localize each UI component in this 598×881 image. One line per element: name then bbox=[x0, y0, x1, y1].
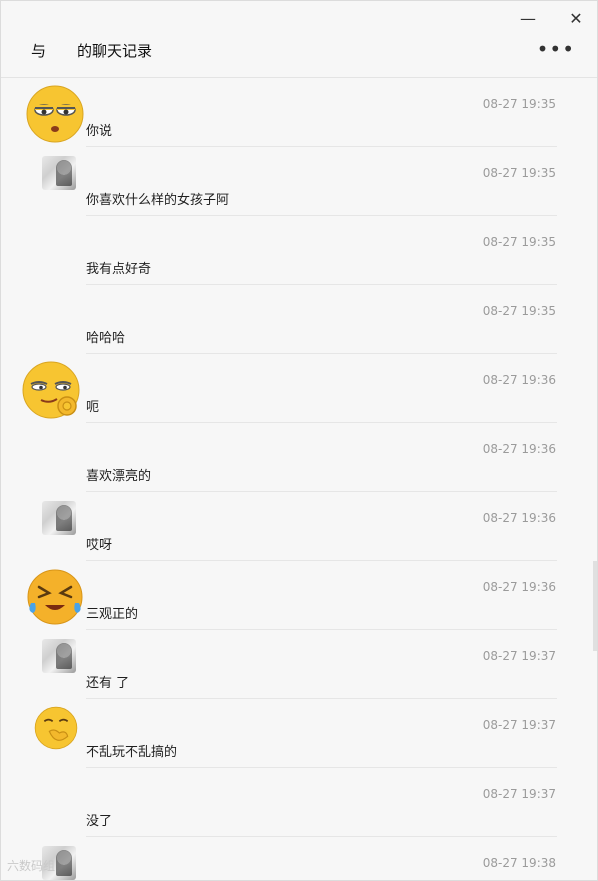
title-suffix: 的聊天记录 bbox=[77, 42, 153, 60]
message-time: 08-27 19:36 bbox=[482, 442, 556, 456]
watermark: 六数码组 bbox=[7, 859, 56, 873]
message-text: 你喜欢什么样的女孩子阿 bbox=[86, 193, 230, 208]
message-list[interactable]: 08-27 19:35 你说 08-27 19:35 你喜欢什么样的女孩子阿 0… bbox=[1, 78, 597, 880]
message-time: 08-27 19:35 bbox=[482, 304, 556, 318]
avatar[interactable] bbox=[42, 156, 76, 190]
smirk-ok-emoji-icon bbox=[22, 361, 80, 419]
message-time: 08-27 19:35 bbox=[482, 166, 556, 180]
message-text: 不乱玩不乱搞的 bbox=[86, 745, 178, 760]
message-time: 08-27 19:35 bbox=[482, 97, 556, 111]
laugh-cry-emoji-icon bbox=[27, 569, 83, 625]
message-time: 08-27 19:36 bbox=[482, 580, 556, 594]
message-text: 三观正的 bbox=[86, 607, 139, 622]
message-text: 没了 bbox=[86, 814, 113, 829]
message-time: 08-27 19:37 bbox=[482, 649, 556, 663]
message-time: 08-27 19:37 bbox=[482, 718, 556, 732]
message-text: 哎呀 bbox=[86, 538, 113, 553]
minimize-button[interactable]: — bbox=[517, 7, 539, 29]
avatar[interactable] bbox=[42, 639, 76, 673]
window-controls: — ✕ bbox=[517, 7, 587, 29]
scrollbar[interactable] bbox=[593, 561, 597, 651]
chat-header: 与 的聊天记录 ••• bbox=[1, 29, 597, 78]
list-item: 08-27 19:36 哎呀 bbox=[1, 492, 597, 561]
eye-roll-emoji-icon bbox=[26, 85, 84, 143]
list-item: 08-27 19:36 三观正的 bbox=[1, 561, 597, 630]
message-text: 你说 bbox=[86, 124, 113, 139]
title-prefix: 与 bbox=[31, 42, 47, 60]
page-title: 与 的聊天记录 bbox=[31, 40, 152, 61]
close-button[interactable]: ✕ bbox=[565, 7, 587, 29]
message-text: 我有点好奇 bbox=[86, 262, 152, 277]
list-item: 08-27 19:36 喜欢漂亮的 bbox=[1, 423, 597, 492]
message-text: 哈哈哈 bbox=[86, 331, 126, 346]
message-text: 喜欢漂亮的 bbox=[86, 469, 152, 484]
list-item: 08-27 19:37 没了 bbox=[1, 768, 597, 837]
list-item: 08-27 19:35 我有点好奇 bbox=[1, 216, 597, 285]
message-time: 08-27 19:38 bbox=[482, 856, 556, 870]
message-text: 呃 bbox=[86, 400, 100, 415]
list-item: 08-27 19:35 你说 bbox=[1, 78, 597, 147]
chat-history-window: — ✕ 与 的聊天记录 ••• 08-27 19:35 你说 08-27 19:… bbox=[0, 0, 598, 881]
list-item: 08-27 19:38 bbox=[1, 837, 597, 880]
message-time: 08-27 19:37 bbox=[482, 787, 556, 801]
avatar[interactable] bbox=[42, 501, 76, 535]
list-item: 08-27 19:35 你喜欢什么样的女孩子阿 bbox=[1, 147, 597, 216]
message-time: 08-27 19:36 bbox=[482, 373, 556, 387]
list-item: 08-27 19:36 呃 bbox=[1, 354, 597, 423]
more-options-button[interactable]: ••• bbox=[537, 37, 575, 61]
message-text: 还有 了 bbox=[86, 676, 130, 691]
list-item: 08-27 19:37 不乱玩不乱搞的 bbox=[1, 699, 597, 768]
message-time: 08-27 19:36 bbox=[482, 511, 556, 525]
covering-mouth-emoji-icon bbox=[34, 706, 78, 750]
list-item: 08-27 19:35 哈哈哈 bbox=[1, 285, 597, 354]
list-item: 08-27 19:37 还有 了 bbox=[1, 630, 597, 699]
message-time: 08-27 19:35 bbox=[482, 235, 556, 249]
